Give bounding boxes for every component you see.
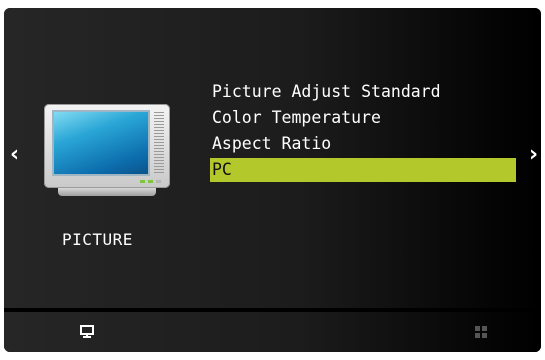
tv-body bbox=[44, 104, 170, 188]
grid-icon[interactable] bbox=[474, 324, 488, 343]
menu-item-label: Picture Adjust bbox=[212, 82, 352, 101]
tv-speaker-grille bbox=[154, 112, 164, 174]
osd-screen: ‹ › PICTURE Picture Adjust Standard Color… bbox=[4, 8, 541, 352]
menu-item-picture-adjust[interactable]: Picture Adjust Standard bbox=[210, 80, 516, 104]
tv-led bbox=[140, 180, 145, 183]
tv-screen bbox=[52, 110, 150, 176]
menu-list: Picture Adjust Standard Color Temperature… bbox=[210, 80, 516, 184]
menu-panel: ‹ › PICTURE Picture Adjust Standard Color… bbox=[4, 8, 541, 308]
menu-item-pc[interactable]: PC bbox=[210, 158, 516, 182]
monitor-icon[interactable] bbox=[80, 324, 94, 343]
tv-led bbox=[156, 180, 161, 183]
menu-item-label: Aspect Ratio bbox=[212, 134, 332, 153]
next-category-arrow-icon[interactable]: › bbox=[529, 144, 538, 166]
tv-stand bbox=[58, 188, 156, 196]
menu-item-aspect-ratio[interactable]: Aspect Ratio bbox=[210, 132, 516, 156]
menu-item-color-temperature[interactable]: Color Temperature bbox=[210, 106, 516, 130]
tv-icon bbox=[44, 104, 170, 196]
previous-category-arrow-icon[interactable]: ‹ bbox=[10, 144, 19, 166]
bottom-bar bbox=[4, 312, 541, 352]
menu-item-label: PC bbox=[212, 160, 232, 179]
menu-item-label: Color Temperature bbox=[212, 108, 381, 127]
category-label: PICTURE bbox=[62, 230, 133, 249]
menu-item-value: Standard bbox=[361, 82, 441, 101]
tv-led bbox=[148, 180, 153, 183]
